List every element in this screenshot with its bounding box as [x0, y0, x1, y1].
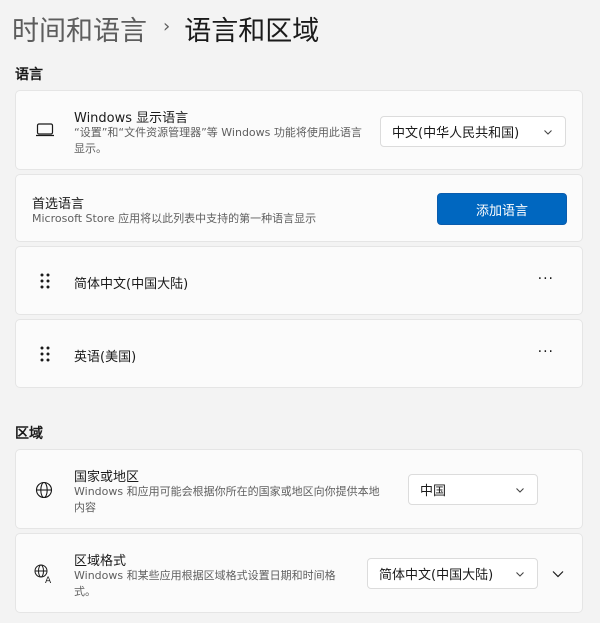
monitor-icon: [34, 121, 56, 139]
page-title: 语言和区域: [184, 15, 320, 47]
display-language-dropdown[interactable]: 中文(中华人民共和国): [380, 116, 566, 147]
regional-format-card[interactable]: A 区域格式 Windows 和某些应用根据区域格式设置日期和时间格式。 简体中…: [15, 533, 583, 613]
regional-format-dropdown[interactable]: 简体中文(中国大陆): [367, 558, 538, 589]
language-item[interactable]: 简体中文(中国大陆) ···: [15, 246, 583, 315]
display-language-card: Windows 显示语言 “设置”和“文件资源管理器”等 Windows 功能将…: [15, 90, 583, 170]
country-region-title: 国家或地区: [74, 470, 140, 485]
chevron-down-icon: [543, 126, 553, 141]
display-language-selected: 中文(中华人民共和国): [392, 126, 520, 141]
regional-format-selected: 简体中文(中国大陆): [379, 568, 494, 583]
language-name: 简体中文(中国大陆): [74, 277, 189, 292]
country-region-selected: 中国: [420, 484, 447, 499]
breadcrumb-parent-link[interactable]: 时间和语言: [12, 9, 147, 48]
preferred-languages-card: 首选语言 Microsoft Store 应用将以此列表中支持的第一种语言显示 …: [15, 174, 583, 242]
regional-format-description: Windows 和某些应用根据区域格式设置日期和时间格式。: [74, 569, 336, 598]
expand-chevron-icon[interactable]: [550, 567, 566, 581]
country-region-dropdown[interactable]: 中国: [408, 474, 538, 505]
drag-handle-icon[interactable]: [38, 272, 52, 290]
chevron-down-icon: [515, 484, 525, 499]
regional-format-title: 区域格式: [74, 554, 127, 569]
more-options-button[interactable]: ···: [538, 344, 554, 360]
chevron-down-icon: [515, 568, 525, 583]
language-region-icon: A: [32, 562, 56, 586]
country-region-card: 国家或地区 Windows 和应用可能会根据你所在的国家或地区向你提供本地内容 …: [15, 449, 583, 529]
section-label-language: 语言: [15, 67, 43, 83]
breadcrumb: 时间和语言 › 语言和区域: [12, 8, 319, 48]
language-item[interactable]: 英语(美国) ···: [15, 319, 583, 388]
language-name: 英语(美国): [74, 350, 137, 365]
add-language-button[interactable]: 添加语言: [437, 193, 567, 225]
breadcrumb-separator: ›: [163, 15, 171, 37]
display-language-title: Windows 显示语言: [74, 111, 189, 126]
preferred-languages-description: Microsoft Store 应用将以此列表中支持的第一种语言显示: [32, 212, 317, 225]
section-label-region: 区域: [15, 426, 43, 442]
globe-icon: [34, 480, 54, 500]
preferred-languages-title: 首选语言: [32, 197, 85, 212]
display-language-description: “设置”和“文件资源管理器”等 Windows 功能将使用此语言显示。: [74, 126, 362, 155]
country-region-description: Windows 和应用可能会根据你所在的国家或地区向你提供本地内容: [74, 485, 380, 514]
drag-handle-icon[interactable]: [38, 345, 52, 363]
more-options-button[interactable]: ···: [538, 271, 554, 287]
svg-text:A: A: [45, 576, 52, 585]
